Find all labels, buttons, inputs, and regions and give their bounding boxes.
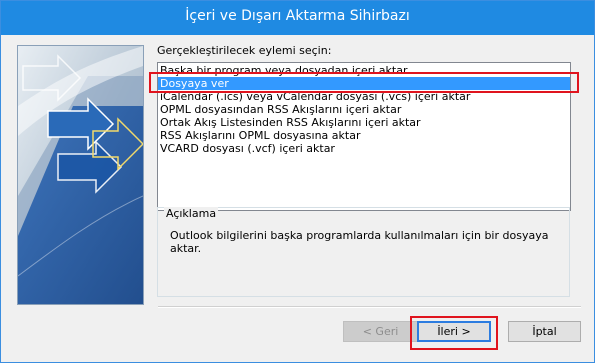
wizard-body: Gerçekleştirilecek eylemi seçin: Başka b… <box>8 35 587 355</box>
list-item[interactable]: RSS Akışlarını OPML dosyasına aktar <box>158 129 570 142</box>
next-button-highlight-box <box>410 316 498 350</box>
list-item[interactable]: OPML dosyasından RSS Akışlarını içeri ak… <box>158 103 570 116</box>
description-label: Açıklama <box>164 207 219 220</box>
description-text: Outlook bilgilerini başka programlarda k… <box>170 229 549 255</box>
import-export-arrows-icon <box>18 46 143 304</box>
description-group: Açıklama Outlook bilgilerini başka progr… <box>157 207 570 297</box>
list-item[interactable]: Ortak Akış Listesinden RSS Akışlarını iç… <box>158 116 570 129</box>
list-item[interactable]: VCARD dosyası (.vcf) içeri aktar <box>158 142 570 155</box>
title-bar[interactable]: İçeri ve Dışarı Aktarma Sihirbazı <box>1 1 594 35</box>
action-prompt-label: Gerçekleştirilecek eylemi seçin: <box>157 44 332 57</box>
cancel-button[interactable]: İptal <box>508 321 581 342</box>
back-button[interactable]: < Geri <box>343 321 418 342</box>
wizard-window: İçeri ve Dışarı Aktarma Sihirbazı Gerçek… <box>0 0 595 363</box>
window-title: İçeri ve Dışarı Aktarma Sihirbazı <box>185 8 410 24</box>
selected-item-highlight-box <box>149 72 579 93</box>
button-separator <box>158 306 581 308</box>
wizard-illustration <box>17 45 144 305</box>
